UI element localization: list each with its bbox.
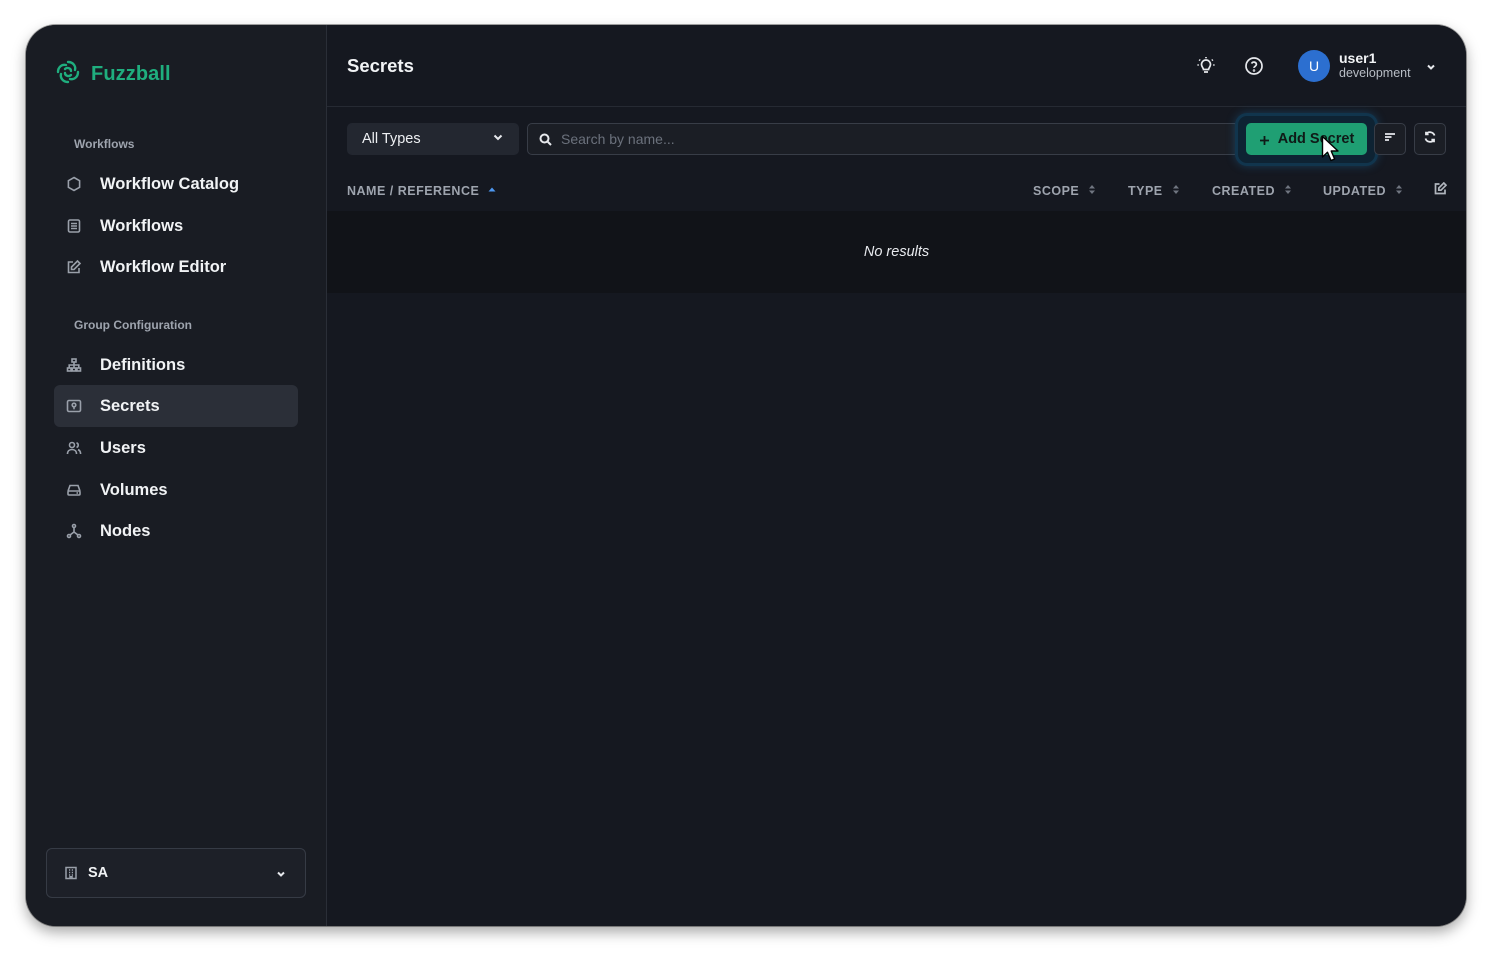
sort-icon	[1284, 184, 1292, 198]
sort-icon	[1088, 184, 1096, 198]
chevron-down-icon	[492, 130, 504, 148]
sidebar: Fuzzball Workflows Workflow Catalog Work…	[26, 25, 327, 926]
fuzzball-logo-icon	[53, 57, 83, 92]
avatar: U	[1298, 50, 1330, 82]
column-header-name[interactable]: NAME / REFERENCE	[347, 184, 496, 198]
sidebar-item-workflows[interactable]: Workflows	[54, 205, 298, 247]
empty-state-text: No results	[863, 244, 930, 260]
add-secret-button[interactable]: Add Secret	[1246, 123, 1367, 155]
sidebar-item-label: Workflow Catalog	[100, 174, 240, 193]
search-field[interactable]	[527, 123, 1239, 155]
main-content: Secrets U user1 development All Types Se…	[327, 25, 1466, 926]
sort-lines-icon	[1383, 130, 1397, 149]
refresh-icon	[1423, 130, 1437, 149]
sidebar-item-label: Workflows	[100, 216, 184, 235]
column-header-label: UPDATED	[1323, 184, 1386, 198]
column-header-created[interactable]: CREATED	[1212, 184, 1292, 198]
brand-name: Fuzzball	[91, 63, 171, 85]
sidebar-item-label: Secrets	[100, 396, 160, 415]
drive-icon	[66, 482, 82, 498]
sidebar-item-label: Nodes	[100, 521, 151, 540]
nodes-icon	[66, 523, 82, 539]
sidebar-item-label: Volumes	[100, 480, 168, 499]
page-header: Secrets U user1 development	[327, 25, 1466, 107]
brand[interactable]: Fuzzball	[53, 57, 171, 92]
sort-icon	[1172, 184, 1180, 198]
app-window: Fuzzball Workflows Workflow Catalog Work…	[26, 25, 1466, 926]
sidebar-item-volumes[interactable]: Volumes	[54, 469, 298, 511]
page-title: Secrets	[347, 55, 414, 76]
type-filter-value: All Types	[362, 131, 421, 147]
column-header-label: NAME / REFERENCE	[347, 184, 480, 198]
list-icon	[66, 218, 82, 234]
user-info: user1 development	[1339, 51, 1411, 81]
refresh-button[interactable]	[1414, 123, 1446, 155]
sort-button[interactable]	[1374, 123, 1406, 155]
column-header-label: TYPE	[1128, 184, 1163, 198]
sidebar-item-secrets[interactable]: Secrets	[54, 385, 298, 427]
user-name: user1	[1339, 50, 1377, 66]
users-icon	[66, 440, 82, 456]
lightbulb-icon[interactable]	[1196, 56, 1216, 76]
sidebar-item-nodes[interactable]: Nodes	[54, 510, 298, 552]
organization-label: SA	[88, 865, 109, 881]
type-filter-select[interactable]: All Types	[347, 123, 519, 155]
sitemap-icon	[66, 357, 82, 373]
edit-icon	[66, 259, 82, 275]
section-title-workflows: Workflows	[74, 137, 135, 151]
edit-columns-icon[interactable]	[1434, 181, 1448, 195]
sidebar-item-definitions[interactable]: Definitions	[54, 344, 298, 386]
sort-ascending-icon	[488, 184, 496, 198]
hexagon-icon	[66, 176, 82, 192]
sidebar-item-label: Definitions	[100, 355, 186, 374]
plus-icon	[1259, 134, 1270, 145]
empty-state-row: No results	[327, 211, 1466, 293]
help-icon[interactable]	[1244, 56, 1264, 76]
column-header-label: SCOPE	[1033, 184, 1080, 198]
organization-select[interactable]: SA	[46, 848, 306, 898]
search-input[interactable]	[561, 131, 1238, 147]
sidebar-item-label: Users	[100, 438, 146, 457]
add-secret-label: Add Secret	[1277, 131, 1355, 147]
sidebar-item-workflow-catalog[interactable]: Workflow Catalog	[54, 163, 298, 205]
column-header-updated[interactable]: UPDATED	[1323, 184, 1403, 198]
sort-icon	[1395, 184, 1403, 198]
sidebar-item-label: Workflow Editor	[100, 257, 227, 276]
chevron-down-icon	[275, 867, 287, 879]
user-menu[interactable]: U user1 development	[1298, 50, 1437, 82]
column-header-type[interactable]: TYPE	[1128, 184, 1180, 198]
search-icon	[539, 133, 552, 146]
mouse-cursor-icon	[1321, 135, 1339, 162]
chevron-down-icon	[1425, 60, 1437, 72]
section-title-group-configuration: Group Configuration	[74, 318, 192, 332]
sidebar-item-workflow-editor[interactable]: Workflow Editor	[54, 246, 298, 288]
column-header-scope[interactable]: SCOPE	[1033, 184, 1096, 198]
sidebar-item-users[interactable]: Users	[54, 427, 298, 469]
secret-icon	[66, 398, 82, 414]
column-header-label: CREATED	[1212, 184, 1275, 198]
building-icon	[64, 866, 78, 880]
user-org: development	[1339, 66, 1411, 80]
